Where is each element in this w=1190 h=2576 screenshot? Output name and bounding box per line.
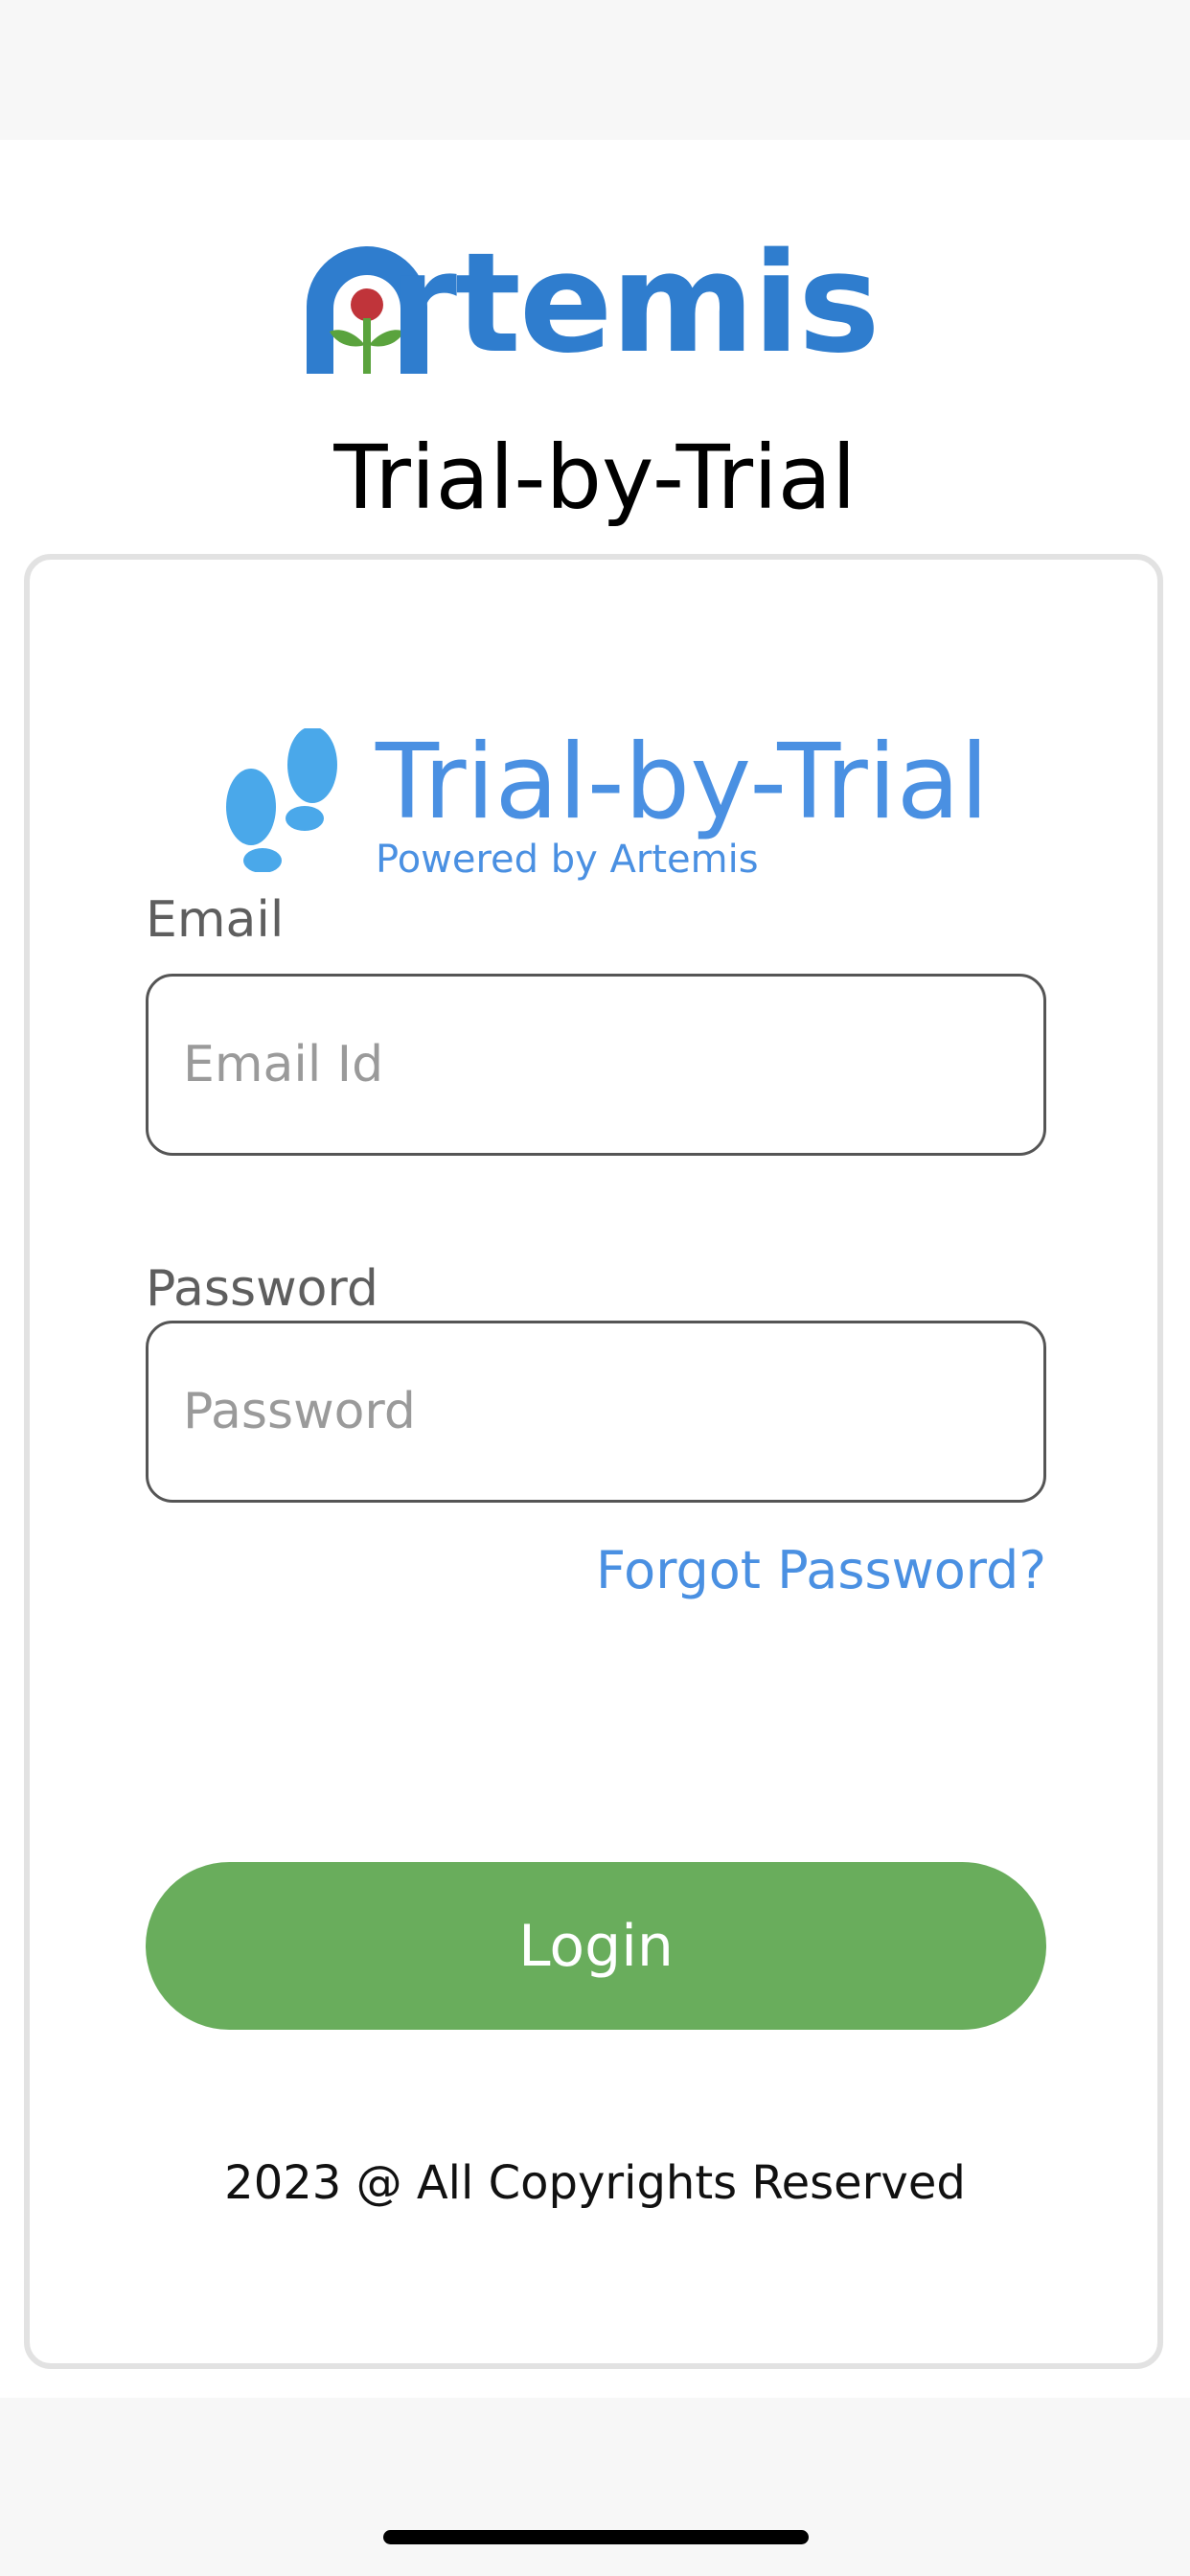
login-button[interactable]: Login <box>146 1862 1046 2030</box>
email-label: Email <box>146 891 285 949</box>
copyright-text: 2023 @ All Copyrights Reserved <box>224 2156 966 2210</box>
logo-wordmark-text: rtemis <box>389 222 881 383</box>
brand-header: Trial-by-Trial Powered by Artemis <box>222 723 989 882</box>
email-field[interactable] <box>146 974 1046 1156</box>
home-indicator[interactable] <box>383 2530 809 2544</box>
bottom-bar <box>0 2398 1190 2576</box>
forgot-password-link[interactable]: Forgot Password? <box>596 1537 1046 1604</box>
brand-title: Trial-by-Trial <box>376 723 989 842</box>
password-field[interactable] <box>146 1321 1046 1503</box>
footprints-icon <box>226 728 337 872</box>
password-label: Password <box>146 1260 378 1318</box>
page-title: Trial-by-Trial <box>333 426 857 529</box>
status-bar <box>0 0 1190 140</box>
brand-subtitle: Powered by Artemis <box>376 838 759 882</box>
artemis-logo: rtemis <box>295 222 895 383</box>
